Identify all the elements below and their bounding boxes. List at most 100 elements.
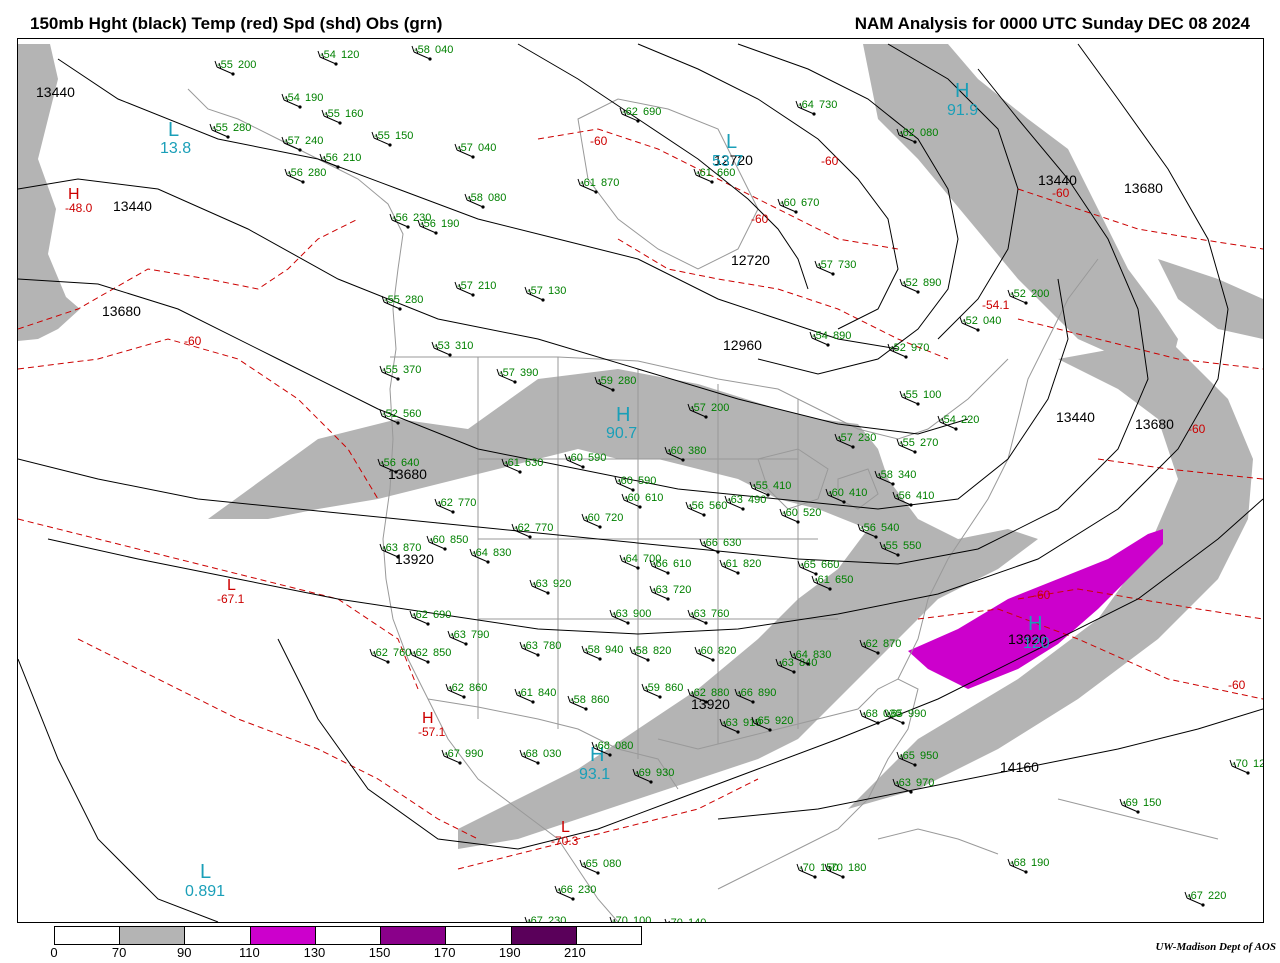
- weather-map[interactable]: 13440 13440 13680 12720 12720 12960 1344…: [17, 38, 1264, 923]
- legend-label: 150: [368, 945, 391, 960]
- obs-temperature: -70: [799, 862, 815, 874]
- obs-height: 030: [883, 708, 901, 720]
- obs-temperature: -55: [752, 480, 768, 492]
- obs-height: 890: [833, 330, 851, 342]
- station-dot: [608, 753, 612, 757]
- obs-height: 180: [848, 862, 866, 874]
- center-value: 0.891: [185, 883, 225, 900]
- temp-label: -60: [590, 134, 608, 148]
- obs-temperature: -64: [622, 553, 638, 565]
- wind-speed-shading: [18, 44, 1263, 849]
- obs-height: 390: [520, 367, 538, 379]
- obs-temperature: -68: [522, 748, 538, 760]
- obs-height: 240: [305, 135, 323, 147]
- obs-temperature: -57: [284, 135, 300, 147]
- station-dot: [471, 155, 475, 159]
- obs-height: 190: [1031, 857, 1049, 869]
- station-dot: [1246, 771, 1250, 775]
- obs-height: 280: [405, 294, 423, 306]
- station-dot: [334, 62, 338, 66]
- station-dot: [536, 653, 540, 657]
- observation-station: -70 180: [824, 862, 866, 879]
- obs-temperature: -68: [862, 708, 878, 720]
- obs-temperature: -56: [895, 490, 911, 502]
- obs-height: 100: [923, 389, 941, 401]
- observation-station: -60 850: [426, 534, 468, 551]
- legend-swatch: [315, 927, 382, 944]
- center-letter: H: [1028, 613, 1042, 635]
- station-dot: [528, 535, 532, 539]
- station-dot: [513, 380, 517, 384]
- obs-height: 370: [403, 364, 421, 376]
- obs-temperature: -63: [727, 494, 743, 506]
- obs-height: 120: [1253, 758, 1263, 770]
- station-dot: [398, 307, 402, 311]
- station-dot: [741, 507, 745, 511]
- legend-swatch: [576, 927, 641, 944]
- station-dot: [518, 470, 522, 474]
- obs-temperature: -62: [372, 647, 388, 659]
- obs-height: 230: [578, 884, 596, 896]
- observation-station: -64 830: [469, 547, 511, 564]
- obs-height: 970: [911, 342, 929, 354]
- obs-temperature: -66: [652, 558, 668, 570]
- station-dot: [626, 621, 630, 625]
- obs-height: 410: [849, 487, 867, 499]
- observation-station: -58 940: [581, 644, 623, 661]
- obs-temperature: -66: [557, 884, 573, 896]
- obs-height: 150: [1143, 797, 1161, 809]
- obs-height: 990: [908, 708, 926, 720]
- obs-height: 850: [450, 534, 468, 546]
- station-dot: [386, 660, 390, 664]
- station-dot: [231, 72, 235, 76]
- legend-swatch: [120, 927, 186, 944]
- obs-temperature: -60: [828, 487, 844, 499]
- station-dot: [909, 790, 913, 794]
- obs-height: 720: [605, 512, 623, 524]
- station-dot: [226, 135, 230, 139]
- obs-temperature: -66: [737, 687, 753, 699]
- obs-temperature: -58: [414, 44, 430, 56]
- station-dot: [396, 555, 400, 559]
- obs-temperature: -55: [217, 59, 233, 71]
- obs-temperature: -57: [457, 280, 473, 292]
- obs-height: 690: [433, 609, 451, 621]
- obs-height: 760: [711, 608, 729, 620]
- observation-station: -67 230: [524, 915, 566, 922]
- station-dot: [486, 560, 490, 564]
- obs-temperature: -69: [1122, 797, 1138, 809]
- height-label: 13440: [1056, 409, 1095, 425]
- obs-height: 610: [673, 558, 691, 570]
- height-label: 12720: [731, 252, 770, 268]
- obs-temperature: -62: [412, 647, 428, 659]
- legend-label: 210: [564, 945, 586, 960]
- height-contour-7: [57, 58, 899, 350]
- observation-station: -64 730: [795, 99, 837, 116]
- station-dot: [876, 721, 880, 725]
- observation-station: -60 610: [621, 492, 663, 509]
- station-dot: [598, 525, 602, 529]
- station-dot: [976, 328, 980, 332]
- station-dot: [851, 445, 855, 449]
- observation-station: -57 210: [454, 280, 496, 297]
- observation-station: -62 770: [511, 522, 553, 539]
- legend-swatch: [185, 927, 251, 944]
- obs-temperature: -62: [437, 497, 453, 509]
- observation-station: -60 520: [779, 507, 821, 524]
- height-label: 14160: [1000, 759, 1039, 775]
- height-label: 13440: [113, 198, 152, 214]
- obs-temperature: -56: [392, 212, 408, 224]
- station-dot: [388, 143, 392, 147]
- temp-contour-4: [77, 638, 479, 840]
- obs-height: 840: [538, 687, 556, 699]
- obs-height: 880: [711, 687, 729, 699]
- obs-temperature: -61: [580, 177, 596, 189]
- station-dot: [336, 165, 340, 169]
- obs-temperature: -64: [472, 547, 488, 559]
- obs-height: 730: [819, 99, 837, 111]
- analysis-time: NAM Analysis for 0000 UTC Sunday DEC 08 …: [854, 14, 1250, 33]
- obs-height: 720: [673, 584, 691, 596]
- obs-temperature: -63: [522, 640, 538, 652]
- station-dot: [636, 566, 640, 570]
- obs-temperature: -58: [467, 192, 483, 204]
